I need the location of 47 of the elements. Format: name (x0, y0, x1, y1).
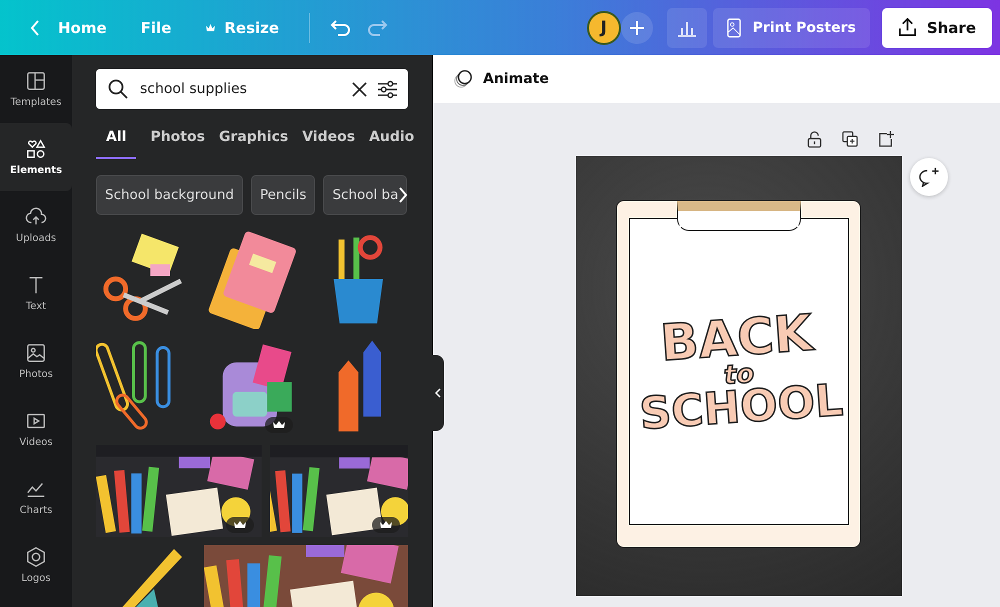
search-field[interactable]: school supplies (96, 69, 408, 109)
sidebar-item[interactable]: Uploads (0, 191, 72, 259)
back-icon (30, 20, 40, 36)
add-icon[interactable] (620, 12, 653, 44)
sidebar-item[interactable]: Elements (0, 123, 72, 191)
animate-button[interactable]: Animate (447, 68, 555, 90)
comment-icon (918, 167, 940, 187)
crown-icon (205, 23, 216, 32)
animate-icon (453, 69, 473, 89)
sidebar-item[interactable]: Logos (0, 531, 72, 599)
next-icon[interactable] (398, 186, 408, 204)
insights-button[interactable] (666, 8, 707, 48)
suggestion-chip[interactable]: School ba (323, 175, 408, 215)
filter-tab[interactable]: All (96, 123, 136, 159)
filter-tab[interactable]: Photos (150, 123, 205, 159)
user-avatar[interactable]: J (586, 10, 621, 44)
logos-icon (25, 546, 47, 568)
lettering-art: BACK to SCHOOL (636, 308, 844, 436)
print-posters-button[interactable]: Print Posters (712, 8, 870, 48)
suggestion-chip[interactable]: Pencils (250, 175, 316, 215)
duplicate-icon[interactable] (842, 131, 858, 147)
sidebar-item[interactable]: Charts (0, 463, 72, 531)
lock-icon[interactable] (806, 131, 822, 148)
sidebar-item[interactable]: Videos (0, 395, 72, 463)
sidebar-item[interactable]: Photos (0, 327, 72, 395)
search-input[interactable]: school supplies (138, 80, 342, 98)
suggestion-chip[interactable]: School background (96, 175, 243, 215)
filter-tab[interactable]: Audio (369, 123, 414, 159)
filter-tab[interactable]: Videos (302, 123, 356, 159)
collapse-handle[interactable] (432, 355, 444, 431)
search-icon (108, 79, 128, 99)
photos-icon (25, 342, 47, 364)
filter-icon[interactable] (377, 80, 398, 98)
share-button[interactable]: Share (882, 8, 992, 48)
sidebar-item[interactable]: Text (0, 259, 72, 327)
crown-icon (265, 417, 294, 433)
comment-button[interactable] (910, 158, 948, 196)
share-icon (898, 18, 917, 37)
sidebar-item[interactable]: Templates (0, 55, 72, 123)
templates-icon (25, 70, 47, 92)
poster-icon (726, 18, 741, 38)
collapse-icon (435, 388, 441, 398)
elements-icon (25, 138, 47, 160)
close-icon[interactable] (352, 82, 367, 96)
add-page-icon[interactable] (878, 131, 894, 147)
filter-tab[interactable]: Graphics (218, 123, 288, 159)
undo-icon[interactable] (330, 18, 352, 36)
